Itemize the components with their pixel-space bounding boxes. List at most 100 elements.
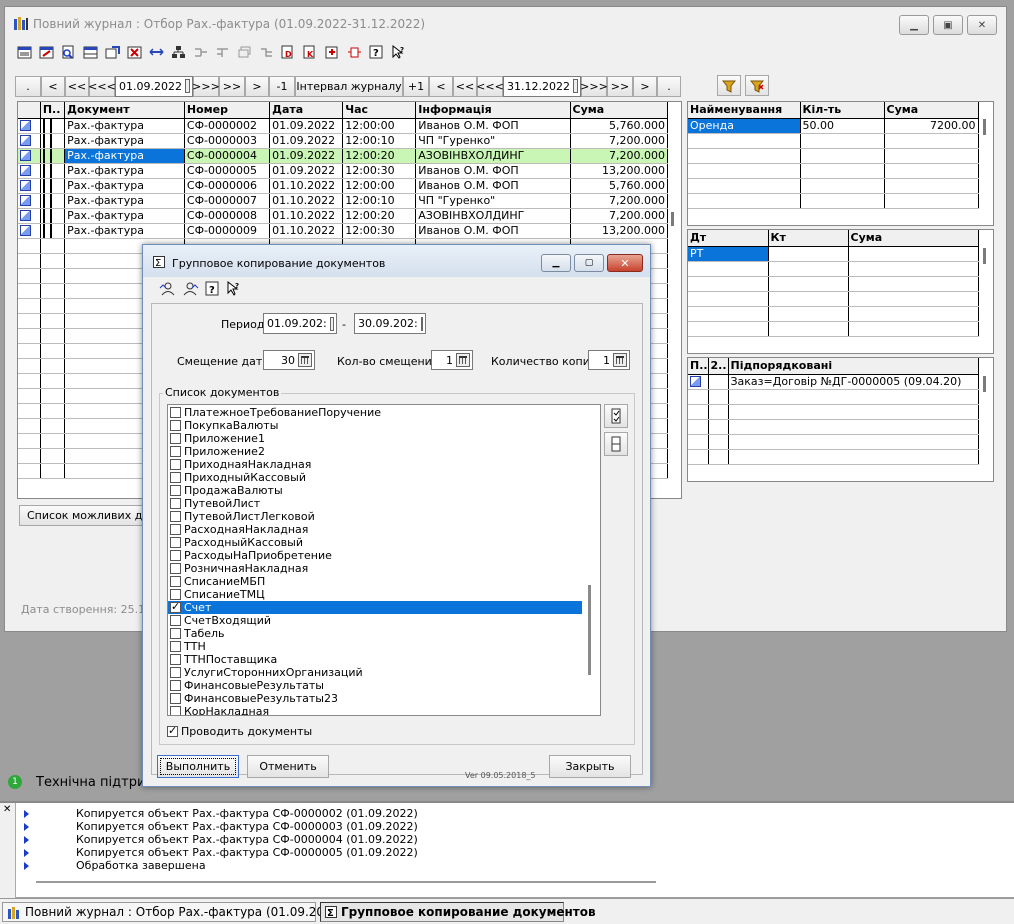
document-cell[interactable]: Рах.-фактура	[64, 148, 185, 164]
nav-prev2-button[interactable]: <	[429, 75, 453, 97]
table-row[interactable]: Рах.-фактура СФ-0000009 01.10.2022 12:00:30…	[18, 223, 669, 239]
sum-cell[interactable]: 7,200.000	[570, 133, 669, 149]
nav-dot-left-button[interactable]: .	[15, 75, 41, 97]
col-sub-name[interactable]: Підпорядковані	[728, 358, 979, 375]
date-cell[interactable]: 01.10.2022	[269, 178, 344, 194]
checkbox-icon[interactable]	[170, 706, 181, 715]
calendar-icon[interactable]	[572, 79, 578, 93]
dialog-maximize-button[interactable]: ▢	[574, 254, 604, 272]
table-row[interactable]: Рах.-фактура СФ-0000006 01.10.2022 12:00:00…	[18, 178, 669, 194]
list-item[interactable]: СчетВходящий	[168, 614, 582, 627]
nav-next-fast-button[interactable]: >>	[219, 75, 245, 97]
col-acc-sum[interactable]: Сума	[848, 230, 979, 247]
period-from-field[interactable]: 01.09.202:	[263, 313, 337, 334]
number-cell[interactable]: СФ-0000007	[184, 193, 271, 209]
move-doc-icon[interactable]	[103, 43, 121, 61]
list-item[interactable]: Приложение1	[168, 432, 582, 445]
log-hscrollbar[interactable]	[36, 881, 656, 883]
col-posted[interactable]: П..	[40, 102, 66, 119]
checkbox-checked-icon[interactable]	[167, 724, 178, 737]
journal-scrollbar[interactable]	[671, 212, 674, 226]
structure-icon[interactable]	[345, 43, 363, 61]
list-item[interactable]: РасходныйКассовый	[168, 536, 582, 549]
sum-cell[interactable]: 7,200.000	[570, 148, 669, 164]
checkbox-icon[interactable]	[170, 628, 181, 639]
checkbox-icon[interactable]	[170, 511, 181, 522]
list-item[interactable]: Счет	[168, 600, 582, 614]
col-item-qty[interactable]: Кіл-ть	[800, 102, 885, 119]
taskbar-dialog[interactable]: Σ Групповое копирование документов	[320, 902, 596, 922]
col-date[interactable]: Дата	[269, 102, 344, 119]
calendar-icon[interactable]	[329, 316, 334, 331]
list-item[interactable]: УслугиСтороннихОрганизаций	[168, 666, 582, 679]
nav-next-faster2-button[interactable]: >>>	[580, 75, 608, 97]
info-cell[interactable]: ЧП "Гуренко"	[415, 133, 571, 149]
calendar-icon[interactable]	[184, 79, 190, 93]
list-item[interactable]: ПриходнаяНакладная	[168, 458, 582, 471]
date-cell[interactable]: 01.09.2022	[269, 148, 344, 164]
time-cell[interactable]: 12:00:20	[342, 148, 417, 164]
close-dialog-button[interactable]: Закрыть	[549, 755, 631, 778]
post-documents-checkbox[interactable]: Проводить документы	[167, 724, 312, 738]
checkbox-icon[interactable]	[170, 498, 181, 509]
date-cell[interactable]: 01.10.2022	[269, 193, 344, 209]
actions-list-button[interactable]: Список можливих ді...	[19, 505, 156, 526]
support-label[interactable]: Технічна підтрим	[36, 775, 155, 790]
list-item[interactable]: РасходыНаПриобретение	[168, 549, 582, 562]
document-cell[interactable]: Рах.-фактура	[64, 193, 185, 209]
number-cell[interactable]: СФ-0000006	[184, 178, 271, 194]
checkbox-icon[interactable]	[170, 485, 181, 496]
document-cell[interactable]: Рах.-фактура	[64, 208, 185, 224]
number-cell[interactable]: СФ-0000002	[184, 118, 271, 134]
info-cell[interactable]: Иванов О.М. ФОП	[415, 223, 571, 239]
unselect-all-button[interactable]	[604, 432, 628, 456]
col-credit[interactable]: Кт	[768, 230, 849, 247]
list-item[interactable]: РасходнаяНакладная	[168, 523, 582, 536]
list-item[interactable]: РозничнаяНакладная	[168, 562, 582, 575]
acc-sum-cell[interactable]	[848, 246, 979, 262]
checkbox-icon[interactable]	[170, 680, 181, 691]
table-row[interactable]: РТ	[688, 246, 979, 262]
list-item[interactable]: ПутевойЛистЛегковой	[168, 510, 582, 523]
col-number[interactable]: Номер	[184, 102, 271, 119]
checkbox-icon[interactable]	[170, 641, 181, 652]
dialog-close-button[interactable]: ✕	[607, 254, 643, 272]
number-cell[interactable]: СФ-0000008	[184, 208, 271, 224]
time-cell[interactable]: 12:00:00	[342, 118, 417, 134]
debit-icon[interactable]: D	[279, 43, 297, 61]
date-from-field[interactable]: 01.09.2022	[115, 75, 193, 97]
col-sub-type[interactable]: 2..	[708, 358, 729, 375]
sum-cell[interactable]: 5,760.000	[570, 178, 669, 194]
sum-cell[interactable]: 7,200.000	[570, 193, 669, 209]
checkbox-icon[interactable]	[170, 576, 181, 587]
interval-button[interactable]: Інтервал журналу	[295, 75, 403, 97]
table-row[interactable]: Рах.-фактура СФ-0000007 01.10.2022 12:00:10…	[18, 193, 669, 209]
help-icon[interactable]: ?	[367, 43, 385, 61]
list-item[interactable]: СписаниеТМЦ	[168, 588, 582, 601]
context-help-icon[interactable]: ?	[226, 281, 241, 297]
nav-prev-fast-button[interactable]: <<	[65, 75, 89, 97]
nav-prev-button[interactable]: <	[41, 75, 65, 97]
list-item[interactable]: Приложение2	[168, 445, 582, 458]
copy-doc-icon[interactable]	[37, 43, 55, 61]
credit-cell[interactable]	[768, 246, 849, 262]
info-cell[interactable]: ЧП "Гуренко"	[415, 193, 571, 209]
item-name-cell[interactable]: Оренда	[688, 118, 801, 134]
checkbox-icon[interactable]	[170, 667, 181, 678]
join-icon[interactable]	[257, 43, 275, 61]
post-icon[interactable]	[323, 43, 341, 61]
date-cell[interactable]: 01.10.2022	[269, 208, 344, 224]
checkbox-icon[interactable]	[170, 524, 181, 535]
nav-prev-faster2-button[interactable]: <<<	[476, 75, 504, 97]
document-cell[interactable]: Рах.-фактура	[64, 163, 185, 179]
sum-cell[interactable]: 5,760.000	[570, 118, 669, 134]
spin-icon[interactable]	[613, 353, 627, 367]
time-cell[interactable]: 12:00:10	[342, 193, 417, 209]
info-cell[interactable]: АЗОВІНВХОЛДИНГ	[415, 148, 571, 164]
col-sub-posted[interactable]: П..	[688, 358, 709, 375]
info-cell[interactable]: АЗОВІНВХОЛДИНГ	[415, 208, 571, 224]
time-cell[interactable]: 12:00:00	[342, 178, 417, 194]
table-row[interactable]: Рах.-фактура СФ-0000002 01.09.2022 12:00:00…	[18, 118, 669, 134]
nav-next-faster-button[interactable]: >>>	[192, 75, 220, 97]
col-info[interactable]: Інформація	[415, 102, 571, 119]
